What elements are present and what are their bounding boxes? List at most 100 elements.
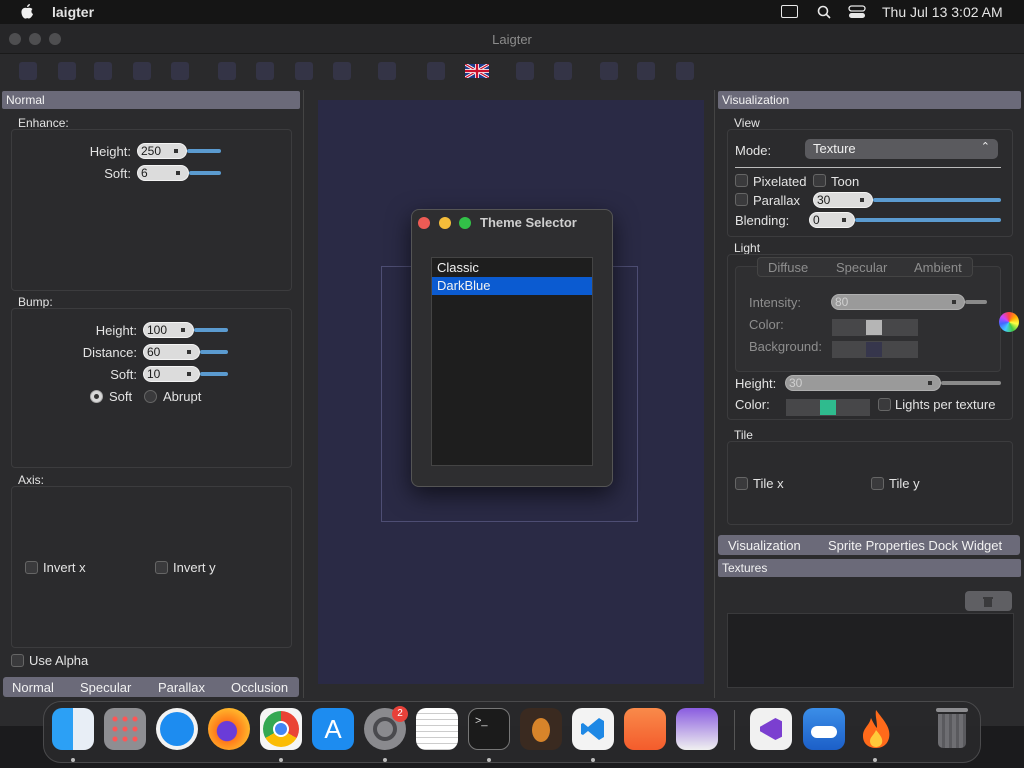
remove-texture-button[interactable] bbox=[965, 591, 1012, 611]
dialog-zoom-icon[interactable] bbox=[459, 217, 471, 229]
light-add-icon[interactable] bbox=[600, 62, 618, 80]
parallax-slider[interactable] bbox=[873, 198, 1001, 202]
axis-label: Axis: bbox=[18, 473, 45, 487]
tile-y-checkbox[interactable] bbox=[871, 477, 884, 490]
language-flag-icon[interactable] bbox=[465, 64, 489, 78]
blending-slider[interactable] bbox=[855, 218, 1001, 222]
pages-icon[interactable] bbox=[624, 708, 666, 750]
zoom-in-icon[interactable] bbox=[218, 62, 236, 80]
background-color-swatch[interactable] bbox=[832, 341, 918, 358]
invert-y-checkbox[interactable] bbox=[155, 561, 168, 574]
toon-checkbox[interactable] bbox=[813, 174, 826, 187]
export-icon[interactable] bbox=[133, 62, 151, 80]
import-icon[interactable] bbox=[171, 62, 189, 80]
launchpad-icon[interactable] bbox=[104, 708, 146, 750]
finder-icon[interactable] bbox=[52, 708, 94, 750]
tile-icon[interactable] bbox=[378, 62, 396, 80]
invert-x-checkbox[interactable] bbox=[25, 561, 38, 574]
visual-studio-icon[interactable] bbox=[750, 708, 792, 750]
blending-spinbox[interactable]: 0 bbox=[809, 212, 855, 228]
tab-normal[interactable]: Normal bbox=[12, 680, 54, 695]
tab-specular[interactable]: Specular bbox=[80, 680, 131, 695]
tab-parallax[interactable]: Parallax bbox=[158, 680, 205, 695]
enhance-height-slider[interactable] bbox=[187, 149, 221, 153]
tab-sprite-properties[interactable]: Sprite Properties Dock Widget bbox=[828, 538, 1002, 553]
apple-icon[interactable] bbox=[20, 4, 34, 20]
search-icon[interactable] bbox=[817, 5, 831, 19]
flame-icon[interactable] bbox=[855, 708, 897, 750]
bump-soft-radio[interactable] bbox=[90, 390, 103, 403]
window-icon[interactable] bbox=[781, 5, 798, 18]
color-wheel-icon[interactable] bbox=[999, 312, 1019, 332]
app-menu-name[interactable]: laigter bbox=[52, 4, 94, 20]
texture-list[interactable] bbox=[727, 613, 1014, 688]
parallax-checkbox[interactable] bbox=[735, 193, 748, 206]
enhance-height-spinbox[interactable]: 250 bbox=[137, 143, 187, 159]
bump-height-label: Height: bbox=[95, 323, 137, 338]
bump-soft-slider[interactable] bbox=[200, 372, 228, 376]
safari-icon[interactable] bbox=[156, 708, 198, 750]
reset-zoom-icon[interactable] bbox=[333, 62, 351, 80]
use-alpha-checkbox[interactable] bbox=[11, 654, 24, 667]
mode-combobox[interactable]: Texture ⌃ bbox=[805, 139, 998, 159]
terminal-running-dot bbox=[487, 758, 491, 762]
light-height-slider[interactable] bbox=[941, 381, 1001, 385]
light-color2-swatch[interactable] bbox=[786, 399, 870, 416]
delete-icon[interactable] bbox=[554, 62, 572, 80]
save-icon[interactable] bbox=[94, 62, 112, 80]
laigter-icon[interactable] bbox=[676, 708, 718, 750]
menubar-clock[interactable]: Thu Jul 13 3:02 AM bbox=[882, 4, 1003, 20]
firefox-icon[interactable] bbox=[208, 708, 250, 750]
pixelated-checkbox[interactable] bbox=[735, 174, 748, 187]
chrome-icon[interactable] bbox=[260, 708, 302, 750]
weather-icon[interactable] bbox=[803, 708, 845, 750]
parallax-spinbox[interactable]: 30 bbox=[813, 192, 873, 208]
left-splitter[interactable] bbox=[303, 90, 304, 698]
intensity-spinbox[interactable]: 80 bbox=[831, 294, 965, 310]
vscode-icon[interactable] bbox=[572, 708, 614, 750]
tab-diffuse[interactable]: Diffuse bbox=[768, 260, 808, 275]
garageband-icon[interactable] bbox=[520, 708, 562, 750]
intensity-slider[interactable] bbox=[965, 300, 987, 304]
bump-distance-slider[interactable] bbox=[200, 350, 228, 354]
terminal-icon[interactable]: >_ bbox=[468, 708, 510, 750]
theme-icon[interactable] bbox=[516, 62, 534, 80]
preset-icon[interactable] bbox=[676, 62, 694, 80]
enhance-soft-label: Soft: bbox=[104, 166, 131, 181]
mode-value: Texture bbox=[813, 141, 856, 156]
plugin-icon[interactable] bbox=[427, 62, 445, 80]
bump-height-spinbox[interactable]: 100 bbox=[143, 322, 194, 338]
tab-ambient[interactable]: Ambient bbox=[914, 260, 962, 275]
dialog-minimize-icon[interactable] bbox=[439, 217, 451, 229]
new-project-icon[interactable] bbox=[19, 62, 37, 80]
finder-running-dot bbox=[71, 758, 75, 762]
textedit-icon[interactable] bbox=[416, 708, 458, 750]
bump-height-slider[interactable] bbox=[194, 328, 228, 332]
trash-icon[interactable] bbox=[931, 708, 973, 750]
tab-occlusion[interactable]: Occlusion bbox=[231, 680, 288, 695]
theme-item-classic[interactable]: Classic bbox=[432, 259, 592, 277]
app-store-icon[interactable]: A bbox=[312, 708, 354, 750]
lights-per-texture-checkbox[interactable] bbox=[878, 398, 891, 411]
bump-soft-spinbox[interactable]: 10 bbox=[143, 366, 200, 382]
right-splitter[interactable] bbox=[714, 90, 715, 698]
light-select-icon[interactable] bbox=[637, 62, 655, 80]
theme-item-darkblue[interactable]: DarkBlue bbox=[432, 277, 592, 295]
tab-visualization[interactable]: Visualization bbox=[728, 538, 801, 553]
vscode-running-dot bbox=[591, 758, 595, 762]
dialog-close-icon[interactable] bbox=[418, 217, 430, 229]
bump-distance-spinbox[interactable]: 60 bbox=[143, 344, 200, 360]
bump-abrupt-radio[interactable] bbox=[144, 390, 157, 403]
enhance-soft-slider[interactable] bbox=[189, 171, 221, 175]
enhance-height-label: Height: bbox=[89, 144, 131, 159]
tile-x-checkbox[interactable] bbox=[735, 477, 748, 490]
zoom-out-icon[interactable] bbox=[256, 62, 274, 80]
open-icon[interactable] bbox=[58, 62, 76, 80]
control-center-icon[interactable] bbox=[848, 5, 866, 19]
bump-soft-label: Soft: bbox=[110, 367, 137, 382]
enhance-soft-spinbox[interactable]: 6 bbox=[137, 165, 189, 181]
tab-light-specular[interactable]: Specular bbox=[836, 260, 887, 275]
light-color-swatch[interactable] bbox=[832, 319, 918, 336]
light-height-spinbox[interactable]: 30 bbox=[785, 375, 941, 391]
fit-icon[interactable] bbox=[295, 62, 313, 80]
